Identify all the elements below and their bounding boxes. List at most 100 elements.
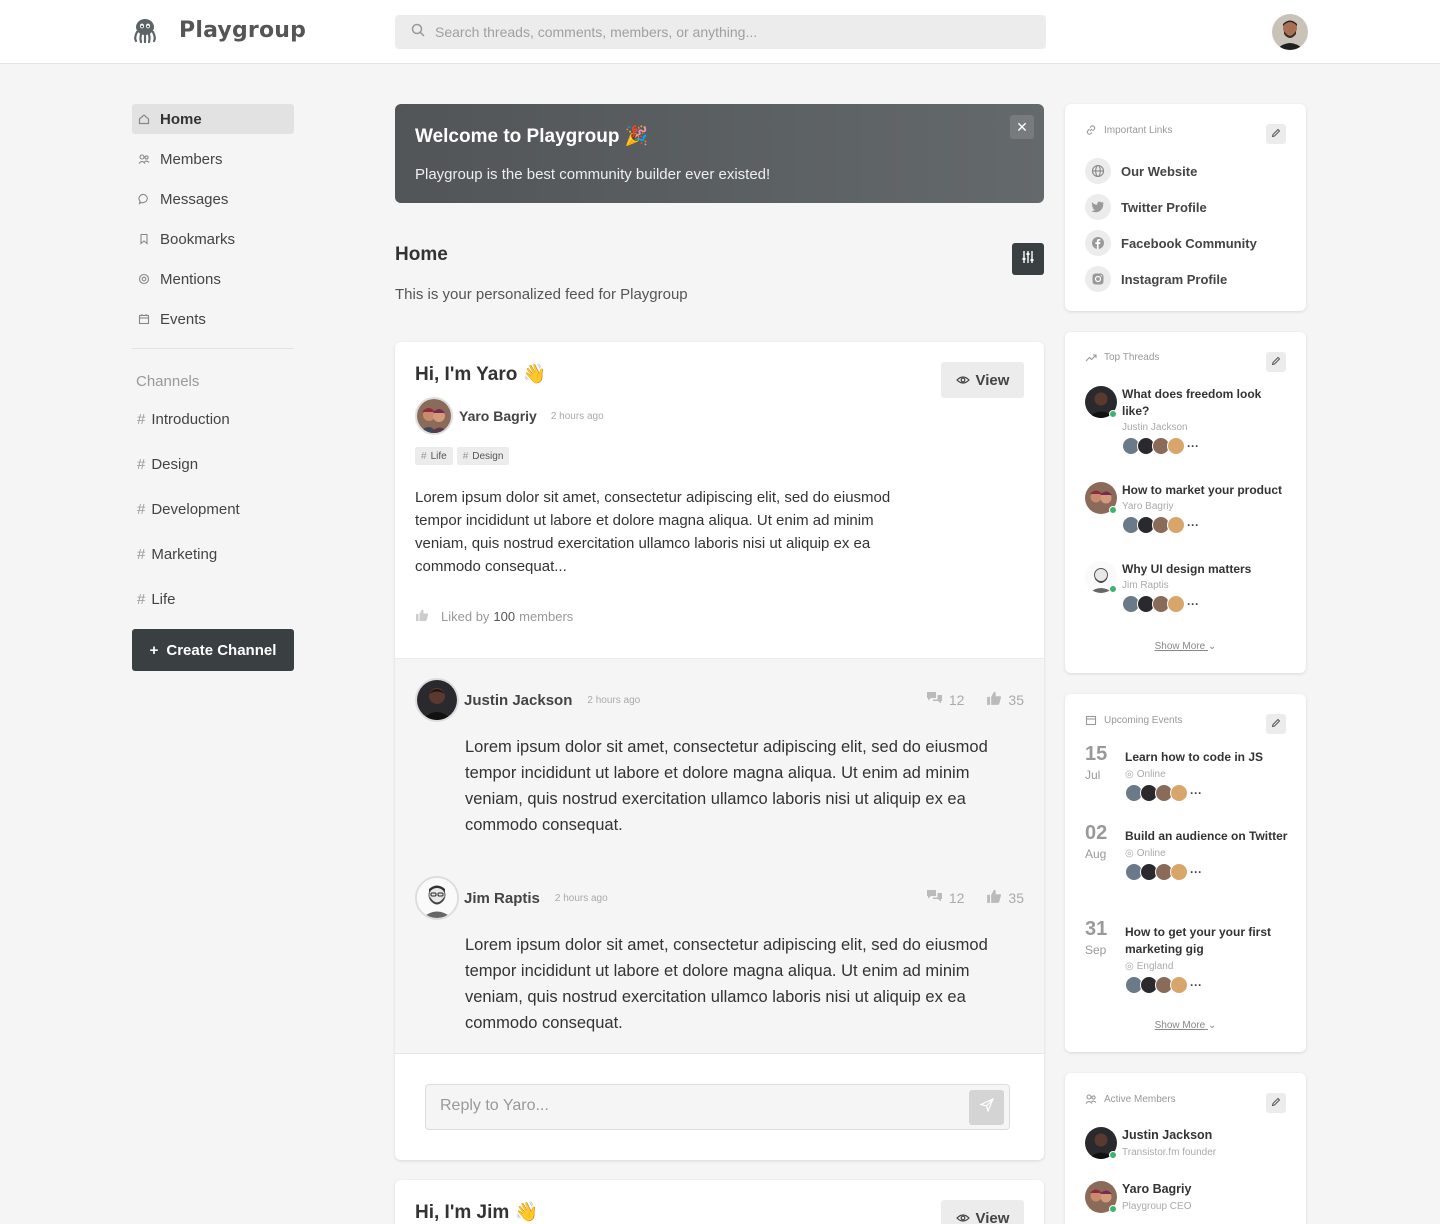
thread-title: How to market your product <box>1122 483 1283 497</box>
member-item[interactable]: Justin Jackson Transistor.fm founder <box>1085 1127 1290 1159</box>
online-indicator <box>1109 1205 1117 1213</box>
globe-icon: ◎ <box>1125 961 1134 972</box>
logo[interactable]: Playgroup <box>131 16 306 44</box>
left-navigation: Home Members Messages Bookmarks Mentions… <box>132 104 294 671</box>
liked-prefix: Liked by <box>441 609 490 624</box>
nav-item-members[interactable]: Members <box>132 144 294 174</box>
card-title: Top Threads <box>1104 352 1160 363</box>
reply-stats: 12 35 <box>904 888 1024 907</box>
hash-icon: # <box>137 545 146 563</box>
comments-count[interactable]: 12 <box>926 889 964 907</box>
reply-time: 2 hours ago <box>587 694 641 706</box>
top-threads-card: Top Threads What does freedom look like?… <box>1065 332 1306 673</box>
card-title: Active Members <box>1104 1093 1176 1105</box>
view-button[interactable]: View <box>941 1200 1024 1224</box>
link-instagram-profile[interactable]: Instagram Profile <box>1085 266 1227 292</box>
member-item[interactable]: Yaro Bagriy Playgroup CEO <box>1085 1181 1290 1213</box>
link-facebook-community[interactable]: Facebook Community <box>1085 230 1257 256</box>
participants: ··· <box>1125 863 1290 881</box>
likes-count[interactable]: 35 <box>986 888 1024 907</box>
reply-author[interactable]: Jim Raptis <box>464 890 540 907</box>
filter-button[interactable] <box>1012 243 1044 275</box>
edit-button[interactable] <box>1266 124 1286 144</box>
nav-item-mentions[interactable]: Mentions <box>132 264 294 294</box>
upcoming-events-card: Upcoming Events 15 Jul Learn how to code… <box>1065 694 1306 1052</box>
reply-author[interactable]: Justin Jackson <box>464 692 572 709</box>
chevron-down-icon: ⌄ <box>1207 641 1217 652</box>
avatar[interactable] <box>415 397 453 435</box>
channel-marketing[interactable]: # Marketing <box>132 539 294 569</box>
twitter-icon <box>1085 194 1111 220</box>
nav-divider <box>132 348 294 349</box>
show-more-link[interactable]: Show More ⌄ <box>1065 641 1306 652</box>
avatar[interactable] <box>415 876 459 920</box>
channel-design[interactable]: # Design <box>132 449 294 479</box>
hash-icon: # <box>137 590 146 608</box>
search-input[interactable] <box>435 24 995 40</box>
event-item[interactable]: 02 Aug Build an audience on Twitter ◎ Onl… <box>1085 822 1290 881</box>
online-indicator <box>1109 585 1117 593</box>
edit-button[interactable] <box>1266 714 1286 734</box>
plus-icon: + <box>149 641 159 659</box>
event-item[interactable]: 31 Sep How to get your your first market… <box>1085 918 1290 994</box>
edit-button[interactable] <box>1266 352 1286 372</box>
search-bar[interactable] <box>395 15 1046 49</box>
nav-item-bookmarks[interactable]: Bookmarks <box>132 224 294 254</box>
bookmark-icon <box>138 233 150 245</box>
event-location-label: Online <box>1136 848 1166 859</box>
post-title[interactable]: Hi, I'm Yaro 👋 <box>415 362 546 386</box>
home-icon <box>138 113 150 125</box>
hash-icon: # <box>462 450 469 462</box>
post-title[interactable]: Hi, I'm Jim 👋 <box>415 1200 538 1224</box>
channel-life[interactable]: # Life <box>132 584 294 614</box>
reply-input[interactable] <box>440 1097 940 1115</box>
more-icon: ··· <box>1184 516 1202 534</box>
participants: ··· <box>1122 595 1290 613</box>
link-our-website[interactable]: Our Website <box>1085 158 1197 184</box>
thread-item[interactable]: How to market your product Yaro Bagriy ·… <box>1085 482 1290 534</box>
show-more-label: Show More <box>1154 641 1206 652</box>
avatar[interactable] <box>415 678 459 722</box>
channel-introduction[interactable]: # Introduction <box>132 404 294 434</box>
author-name[interactable]: Yaro Bagriy <box>459 408 537 424</box>
close-icon[interactable]: ✕ <box>1010 115 1034 139</box>
link-label: Instagram Profile <box>1121 271 1228 287</box>
user-avatar[interactable] <box>1272 14 1308 50</box>
nav-item-events[interactable]: Events <box>132 304 294 334</box>
at-icon <box>138 273 150 285</box>
liked-by[interactable]: Liked by 100 members <box>415 608 573 625</box>
hash-icon: # <box>421 450 427 462</box>
tag-life[interactable]: # Life <box>415 447 453 465</box>
nav-item-messages[interactable]: Messages <box>132 184 294 214</box>
edit-button[interactable] <box>1266 1093 1286 1113</box>
view-button[interactable]: View <box>941 362 1024 398</box>
event-day: 31 <box>1085 918 1108 940</box>
event-item[interactable]: 15 Jul Learn how to code in JS ◎ Online ·… <box>1085 743 1290 802</box>
nav-item-home[interactable]: Home <box>132 104 294 134</box>
create-channel-button[interactable]: + Create Channel <box>132 629 294 671</box>
eye-icon <box>955 372 970 389</box>
event-title: Learn how to code in JS <box>1125 750 1264 764</box>
create-channel-label: Create Channel <box>166 641 277 659</box>
thread-item[interactable]: What does freedom look like? Justin Jack… <box>1085 386 1290 455</box>
likes-count[interactable]: 35 <box>986 690 1024 709</box>
show-more-link[interactable]: Show More ⌄ <box>1065 1020 1306 1031</box>
participants: ··· <box>1122 516 1290 534</box>
send-button[interactable] <box>969 1090 1004 1125</box>
member-role: Transistor.fm founder <box>1122 1147 1217 1158</box>
nav-item-label: Messages <box>160 190 229 208</box>
chevron-down-icon: ⌄ <box>1207 1020 1217 1031</box>
link-twitter-profile[interactable]: Twitter Profile <box>1085 194 1207 220</box>
thread-author: Jim Raptis <box>1122 580 1169 591</box>
message-icon <box>138 193 150 205</box>
tag-design[interactable]: # Design <box>456 447 510 465</box>
globe-icon: ◎ <box>1125 848 1134 859</box>
reply-time: 2 hours ago <box>554 892 608 904</box>
link-label: Facebook Community <box>1121 235 1257 251</box>
avatar <box>1167 516 1185 534</box>
member-name: Justin Jackson <box>1122 1128 1213 1142</box>
comments-count[interactable]: 12 <box>926 691 964 709</box>
thread-item[interactable]: Why UI design matters Jim Raptis ··· <box>1085 561 1290 613</box>
card-title: Important Links <box>1104 124 1173 136</box>
channel-development[interactable]: # Development <box>132 494 294 524</box>
